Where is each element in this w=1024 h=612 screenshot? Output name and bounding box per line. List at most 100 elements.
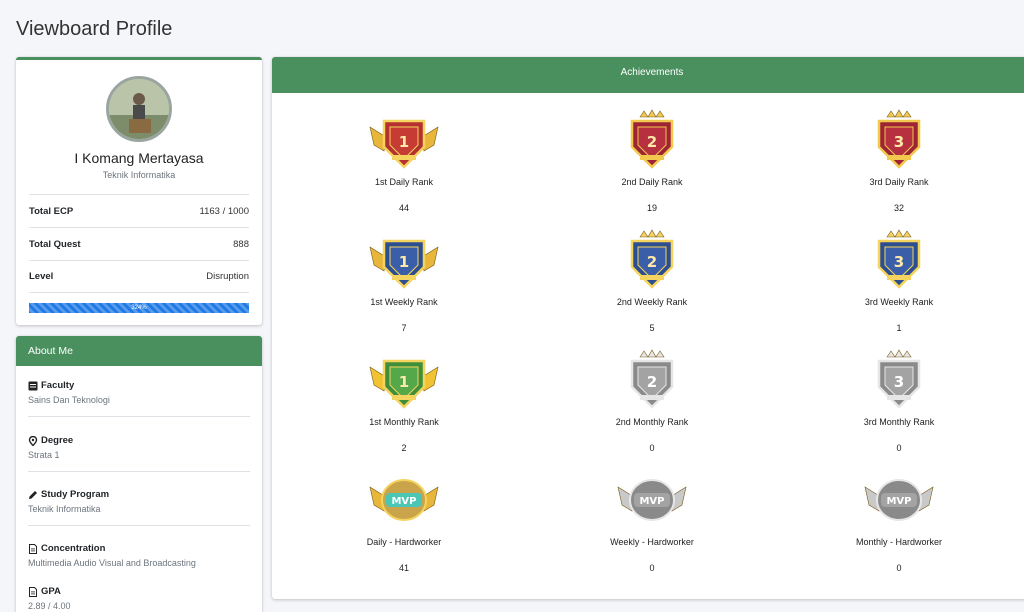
book-icon [28,381,38,390]
achievement-item: 3 3rd Daily Rank 32 [799,107,999,213]
badge-crown [886,229,912,238]
achievement-label: 3rd Monthly Rank [863,417,935,427]
about-value: Strata 1 [28,450,60,460]
badge-text: MVP [391,496,416,507]
badge-text: 3 [894,373,904,391]
about-label: Faculty [41,380,75,391]
about-faculty: Faculty Sains Dan Teknologi [28,380,250,417]
achievements-card: Achievements 1 1st Daily Rank 44 2 2nd Da… [272,57,1024,599]
badge-text: 3 [894,253,904,271]
achievement-label: 2nd Weekly Rank [616,297,688,307]
achievements-header: Achievements [272,57,1024,93]
about-value: Multimedia Audio Visual and Broadcasting [28,558,196,568]
about-gpa: GPA 2.89 / 4.00 [28,586,250,611]
achievement-item: MVP Weekly - Hardworker 0 [552,467,752,573]
mvp-badge-icon: MVP [864,479,934,521]
stat-label: Total Quest [29,238,81,250]
achievement-label: 2nd Monthly Rank [615,417,689,427]
achievement-item: 2 2nd Monthly Rank 0 [552,347,752,453]
about-concentration: Concentration Multimedia Audio Visual an… [28,543,250,568]
achievement-item: 1 1st Monthly Rank 2 [304,347,504,453]
about-value: Teknik Informatika [28,504,101,514]
about-label: Degree [41,435,74,446]
achievement-label: Daily - Hardworker [366,537,442,547]
stat-total-quest: Total Quest 888 [29,227,249,260]
badge-crown [886,349,912,358]
stat-label: Level [29,271,54,282]
achievement-count: 0 [896,443,902,453]
badge-crown [639,229,665,238]
badge-text: 2 [647,373,657,391]
achievement-item: 1 1st Weekly Rank 7 [304,227,504,333]
stat-label: Total ECP [29,205,74,217]
badge-crown [639,109,665,118]
achievement-count: 0 [649,563,655,573]
achievement-count: 44 [398,203,409,213]
achievement-item: 3 3rd Weekly Rank 1 [799,227,999,333]
achievement-count: 5 [649,323,655,333]
file-icon [29,543,37,554]
badge-text: MVP [886,496,911,507]
rank-badge-icon: 3 [877,349,921,409]
achievement-label: Monthly - Hardworker [855,537,943,547]
achievement-count: 7 [401,323,407,333]
badge-text: 2 [647,253,657,271]
mvp-badge-icon: MVP [617,479,687,521]
achievement-item: 2 2nd Weekly Rank 5 [552,227,752,333]
profile-program: Teknik Informatika [102,170,176,180]
map-marker-icon [28,435,38,446]
badge-text: 1 [399,373,409,391]
page-title: Viewboard Profile [16,18,173,40]
rank-badge-icon: 1 [369,119,439,169]
badge-crown [639,349,665,358]
profile-card: I Komang Mertayasa Teknik Informatika To… [16,57,262,325]
mvp-badge-icon: MVP [369,479,439,521]
achievement-item: 3 3rd Monthly Rank 0 [799,347,999,453]
profile-name: I Komang Mertayasa [74,150,204,166]
achievement-label: 2nd Daily Rank [621,177,683,187]
badge-text: 2 [647,133,657,151]
achievement-item: 1 1st Daily Rank 44 [304,107,504,213]
achievement-label: 1st Weekly Rank [370,297,438,307]
achievement-item: MVP Daily - Hardworker 41 [304,467,504,573]
achievement-count: 2 [401,443,407,453]
achievement-count: 1 [896,323,902,333]
about-label: GPA [41,586,61,597]
achievement-label: Weekly - Hardworker [610,537,694,547]
badge-text: 1 [399,133,409,151]
about-card: About Me Faculty Sains Dan Teknologi Deg… [16,336,262,612]
file-icon [29,586,37,597]
achievement-label: 1st Daily Rank [374,177,434,187]
achievement-label: 3rd Daily Rank [869,177,929,187]
badge-crown [886,109,912,118]
pencil-icon [29,490,37,499]
achievement-count: 0 [896,563,902,573]
about-value: 2.89 / 4.00 [28,601,71,611]
stat-level: Level Disruption [29,260,249,293]
rank-badge-icon: 1 [369,359,439,409]
ecp-progress: 324% [29,303,249,313]
badge-text: 1 [399,253,409,271]
about-header: About Me [16,336,262,366]
achievement-count: 41 [398,563,409,573]
achievement-count: 32 [893,203,904,213]
badge-text: MVP [639,496,664,507]
stat-total-ecp: Total ECP 1163 / 1000 [29,194,249,227]
achievement-item: 2 2nd Daily Rank 19 [552,107,752,213]
stat-value: 1163 / 1000 [199,205,249,217]
stat-value: 888 [233,238,249,250]
achievement-count: 19 [646,203,657,213]
stat-value: Disruption [206,271,249,282]
rank-badge-icon: 2 [630,109,674,169]
ecp-progress-bar: 324% [29,303,249,313]
rank-badge-icon: 1 [369,239,439,289]
achievement-item: MVP Monthly - Hardworker 0 [799,467,999,573]
about-degree: Degree Strata 1 [28,435,250,472]
rank-badge-icon: 2 [630,349,674,409]
badge-text: 3 [894,133,904,151]
rank-badge-icon: 2 [630,229,674,289]
about-label: Study Program [41,489,110,500]
achievement-label: 1st Monthly Rank [369,417,439,427]
about-study-program: Study Program Teknik Informatika [28,489,250,526]
about-label: Concentration [41,543,106,554]
